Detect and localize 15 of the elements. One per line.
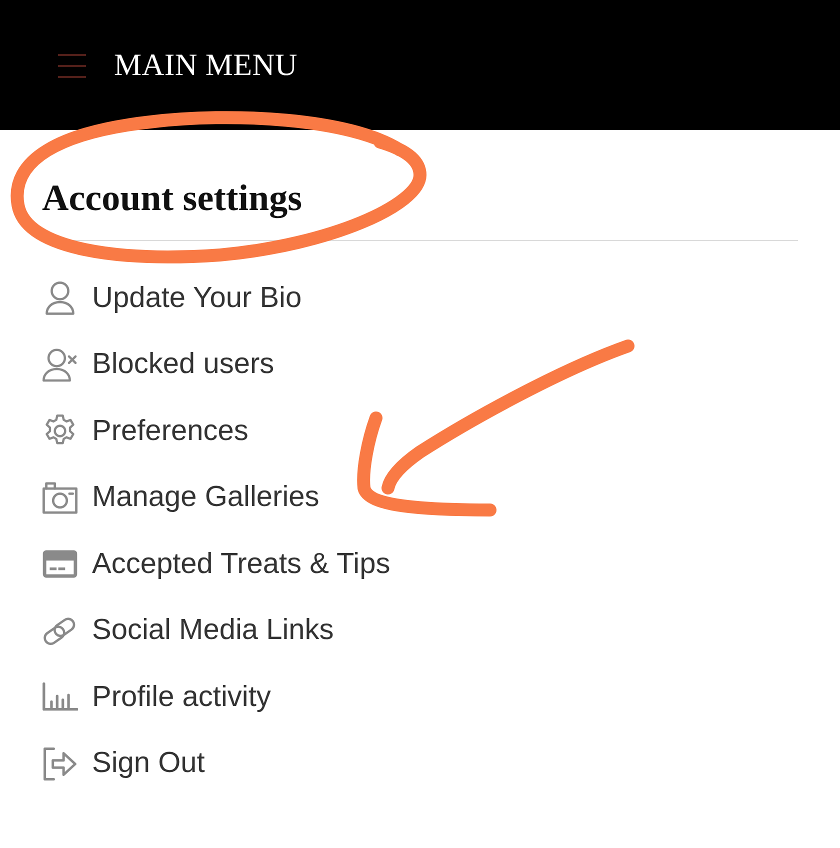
menu-item[interactable]: Update Your Bio [42,265,302,332]
menu-item[interactable]: Social Media Links [42,598,334,664]
menu-icon [58,54,86,78]
exit-arrow-icon [42,746,78,781]
section-title: Account settings [42,177,302,221]
menu-button[interactable] [58,54,86,78]
person-x-icon [42,348,78,382]
menu-item[interactable]: Manage Galleries [42,464,320,531]
menu-item[interactable]: Accepted Treats & Tips [42,531,390,598]
header-title: MAIN MENU [114,47,298,83]
menu-item[interactable]: Sign Out [42,730,205,797]
menu-item[interactable]: Blocked users [42,332,274,398]
menu-item[interactable]: Profile activity [42,664,271,730]
camera-icon [42,480,78,515]
menu-item[interactable]: Preferences [42,398,248,464]
